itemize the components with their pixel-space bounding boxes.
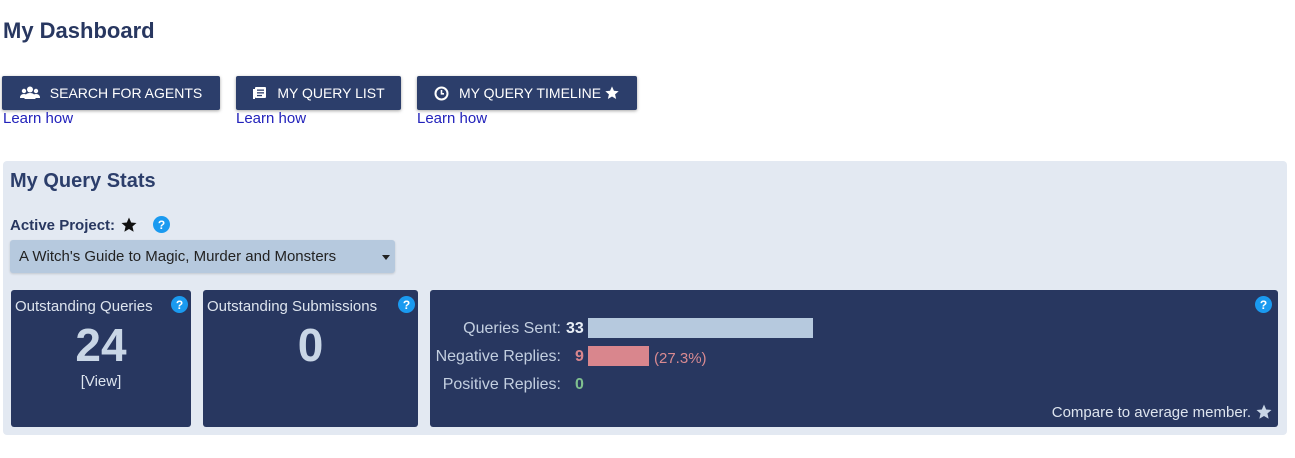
star-icon	[120, 216, 138, 234]
search-for-agents-button[interactable]: SEARCH FOR AGENTS	[2, 76, 220, 110]
caret-down-icon	[382, 255, 390, 260]
queries-sent-bar	[588, 318, 813, 338]
queries-sent-label: Queries Sent:	[463, 320, 561, 337]
star-icon	[1255, 403, 1273, 421]
outstanding-queries-help-icon[interactable]: ?	[171, 296, 188, 313]
search-for-agents-label: SEARCH FOR AGENTS	[49, 85, 203, 101]
positive-replies-value: 0	[575, 376, 584, 393]
active-project-value: A Witch's Guide to Magic, Murder and Mon…	[19, 248, 337, 265]
users-icon	[19, 86, 40, 100]
query-stats-panel: My Query Stats Active Project: ? A Witch…	[3, 161, 1287, 435]
outstanding-submissions-help-icon[interactable]: ?	[398, 296, 415, 313]
page-title: My Dashboard	[3, 18, 155, 43]
outstanding-queries-card: Outstanding Queries ? 24 [View]	[11, 290, 191, 427]
my-query-timeline-label: MY QUERY TIMELINE	[458, 85, 602, 101]
learn-how-list-link[interactable]: Learn how	[236, 110, 306, 127]
active-project-label: Active Project:	[10, 216, 138, 234]
clock-icon	[434, 86, 449, 101]
outstanding-queries-count: 24	[75, 319, 127, 371]
active-project-label-text: Active Project:	[10, 216, 116, 234]
my-query-timeline-button[interactable]: MY QUERY TIMELINE	[417, 76, 637, 110]
negative-replies-label: Negative Replies:	[435, 348, 561, 365]
list-icon	[252, 86, 267, 100]
query-summary-help-icon[interactable]: ?	[1255, 296, 1272, 313]
my-query-list-button[interactable]: MY QUERY LIST	[236, 76, 401, 110]
negative-replies-bar	[588, 346, 649, 366]
query-summary-card: ? Queries Sent: 33 Negative Replies: 9 (…	[430, 290, 1278, 427]
star-icon	[604, 85, 620, 101]
learn-how-search-link[interactable]: Learn how	[3, 110, 73, 127]
compare-average-label: Compare to average member.	[1051, 403, 1251, 421]
learn-how-timeline-link[interactable]: Learn how	[417, 110, 487, 127]
view-queries-link[interactable]: [View]	[11, 373, 191, 390]
query-stats-title: My Query Stats	[10, 170, 156, 192]
negative-replies-percent: (27.3%)	[654, 350, 707, 367]
negative-replies-value: 9	[575, 348, 584, 365]
outstanding-submissions-label: Outstanding Submissions	[207, 298, 378, 315]
compare-average-link[interactable]: Compare to average member.	[1052, 403, 1273, 421]
active-project-select[interactable]: A Witch's Guide to Magic, Murder and Mon…	[10, 240, 395, 273]
outstanding-queries-label: Outstanding Queries	[15, 298, 153, 315]
positive-replies-label: Positive Replies:	[442, 376, 561, 393]
active-project-help-icon[interactable]: ?	[153, 216, 170, 233]
queries-sent-value: 33	[566, 320, 584, 337]
my-query-list-label: MY QUERY LIST	[277, 85, 385, 101]
